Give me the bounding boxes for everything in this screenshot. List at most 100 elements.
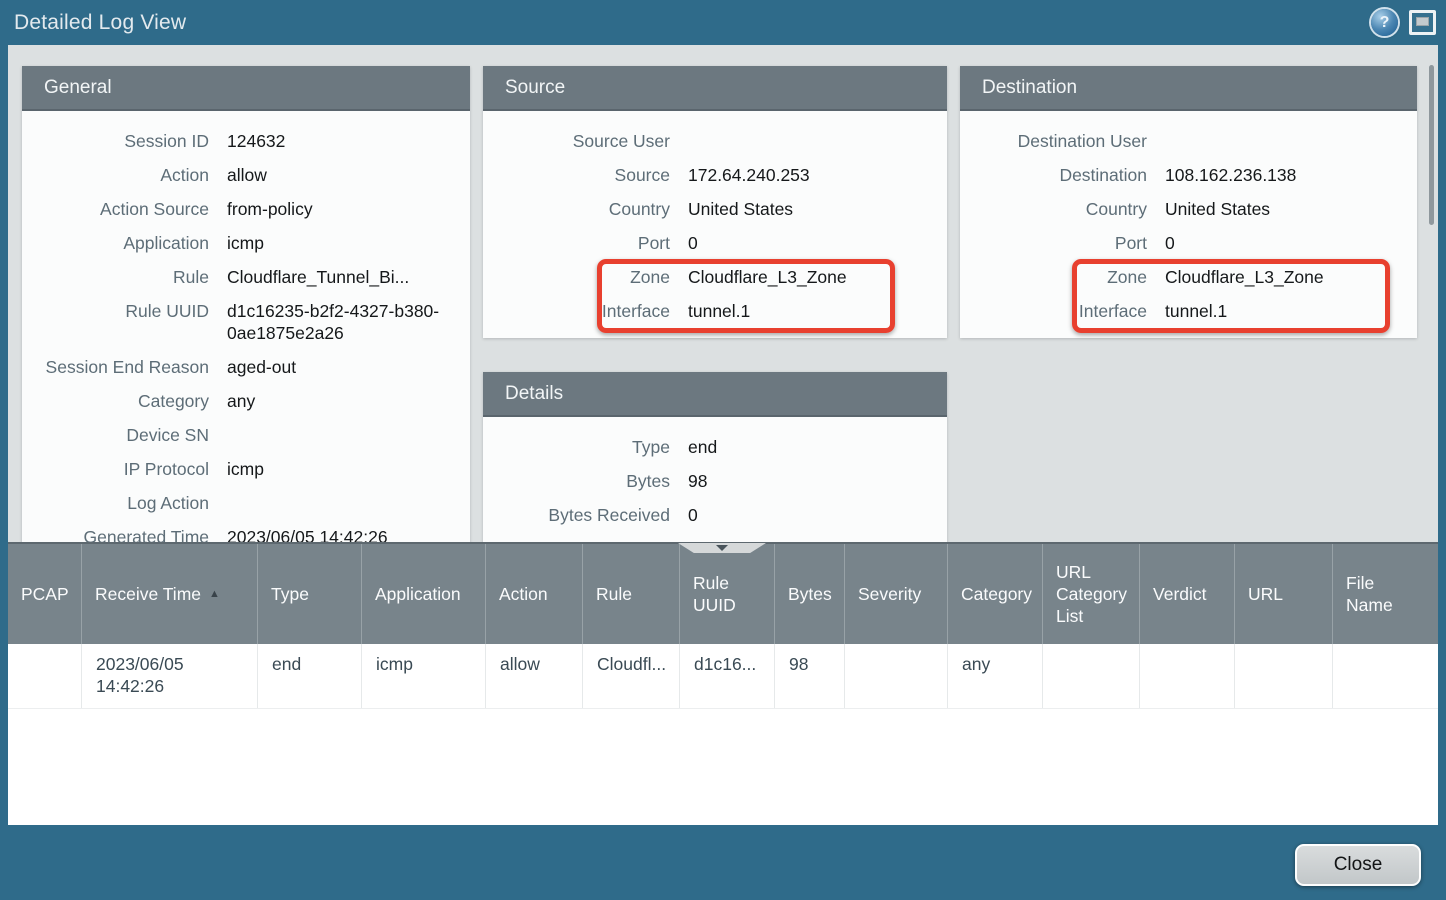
- field-value: 0: [688, 232, 939, 254]
- field-label: Application: [22, 232, 227, 254]
- column-header-url-category-list[interactable]: URL Category List: [1043, 544, 1140, 644]
- column-header-url[interactable]: URL: [1235, 544, 1333, 644]
- field-label: Destination User: [960, 130, 1165, 152]
- cell-receive-time: 2023/06/05 14:42:26: [82, 644, 258, 708]
- column-header-pcap[interactable]: PCAP: [8, 544, 82, 644]
- column-header-verdict[interactable]: Verdict: [1140, 544, 1235, 644]
- cell-rule: Cloudfl...: [583, 644, 680, 708]
- field-row-rule-uuid: Rule UUID d1c16235-b2f2-4327-b380-0ae187…: [22, 294, 462, 350]
- source-panel-body: Source User Source 172.64.240.253 Countr…: [483, 111, 947, 338]
- field-value: Cloudflare_L3_Zone: [688, 266, 939, 288]
- column-header-action[interactable]: Action: [486, 544, 583, 644]
- column-header-bytes[interactable]: Bytes: [775, 544, 845, 644]
- field-value: 2023/06/05 14:42:26: [227, 526, 462, 542]
- field-label: Type: [483, 436, 688, 458]
- field-row-country: Country United States: [483, 192, 939, 226]
- maximize-icon[interactable]: [1409, 10, 1436, 35]
- cell-file-name: [1333, 644, 1438, 708]
- field-label: Interface: [483, 300, 688, 322]
- column-header-application[interactable]: Application: [362, 544, 486, 644]
- field-row-source: Source 172.64.240.253: [483, 158, 939, 192]
- column-header-rule-uuid[interactable]: Rule UUID: [680, 544, 775, 644]
- titlebar-icons: ?: [1371, 9, 1436, 36]
- field-label: Action Source: [22, 198, 227, 220]
- cell-url: [1235, 644, 1333, 708]
- field-label: Source User: [483, 130, 688, 152]
- field-row-destination-user: Destination User: [960, 124, 1409, 158]
- cell-rule-uuid: d1c16...: [680, 644, 775, 708]
- details-panel-header: Details: [483, 372, 947, 417]
- field-value: icmp: [227, 232, 462, 254]
- field-row-action: Action allow: [22, 158, 462, 192]
- field-label: IP Protocol: [22, 458, 227, 480]
- column-header-rule[interactable]: Rule: [583, 544, 680, 644]
- destination-panel-body: Destination User Destination 108.162.236…: [960, 111, 1417, 338]
- field-row-source-user: Source User: [483, 124, 939, 158]
- log-table-section: PCAP Receive Time▲ Type Application Acti…: [8, 542, 1438, 825]
- field-value: any: [227, 390, 462, 412]
- field-row-interface: Interface tunnel.1: [483, 294, 939, 328]
- field-row-zone: Zone Cloudflare_L3_Zone: [483, 260, 939, 294]
- field-label: Port: [483, 232, 688, 254]
- field-value: icmp: [227, 458, 462, 480]
- details-panel-body: Type end Bytes 98 Bytes Received 0: [483, 417, 947, 542]
- general-panel-body: Session ID 124632 Action allow Action So…: [22, 111, 470, 542]
- details-panel: Details Type end Bytes 98 Bytes Received…: [483, 372, 947, 542]
- column-header-category[interactable]: Category: [948, 544, 1043, 644]
- field-value: 108.162.236.138: [1165, 164, 1409, 186]
- field-label: Port: [960, 232, 1165, 254]
- cell-type: end: [258, 644, 362, 708]
- log-detail-panels-area: General Session ID 124632 Action allow A…: [8, 45, 1438, 542]
- field-label: Bytes Received: [483, 504, 688, 526]
- column-header-file-name[interactable]: File Name: [1333, 544, 1438, 644]
- field-value: United States: [688, 198, 939, 220]
- cell-application: icmp: [362, 644, 486, 708]
- field-label: Destination: [960, 164, 1165, 186]
- field-row-zone: Zone Cloudflare_L3_Zone: [960, 260, 1409, 294]
- field-value: United States: [1165, 198, 1409, 220]
- detailed-log-view-dialog: Detailed Log View ? General Session ID 1…: [0, 0, 1446, 900]
- column-header-severity[interactable]: Severity: [845, 544, 948, 644]
- page-title: Detailed Log View: [14, 11, 186, 35]
- field-value: 98: [688, 470, 939, 492]
- log-table-header: PCAP Receive Time▲ Type Application Acti…: [8, 544, 1438, 644]
- sort-ascending-icon: ▲: [209, 583, 220, 605]
- cell-severity: [845, 644, 948, 708]
- field-label: Interface: [960, 300, 1165, 322]
- field-row-log-action: Log Action: [22, 486, 462, 520]
- close-button[interactable]: Close: [1295, 844, 1421, 886]
- field-label: Category: [22, 390, 227, 412]
- field-row-port: Port 0: [960, 226, 1409, 260]
- field-row-session-end-reason: Session End Reason aged-out: [22, 350, 462, 384]
- field-label: Session End Reason: [22, 356, 227, 378]
- dialog-footer: Close: [0, 825, 1446, 900]
- log-table-row[interactable]: 2023/06/05 14:42:26 end icmp allow Cloud…: [8, 644, 1438, 709]
- field-label: Generated Time: [22, 526, 227, 542]
- field-row-country: Country United States: [960, 192, 1409, 226]
- field-label: Action: [22, 164, 227, 186]
- destination-panel: Destination Destination User Destination…: [960, 66, 1417, 338]
- general-panel: General Session ID 124632 Action allow A…: [22, 66, 470, 542]
- field-label: Source: [483, 164, 688, 186]
- help-icon[interactable]: ?: [1371, 9, 1398, 36]
- cell-url-category-list: [1043, 644, 1140, 708]
- field-row-ip-protocol: IP Protocol icmp: [22, 452, 462, 486]
- column-header-receive-time[interactable]: Receive Time▲: [82, 544, 258, 644]
- field-value: d1c16235-b2f2-4327-b380-0ae1875e2a26: [227, 300, 462, 344]
- field-row-category: Category any: [22, 384, 462, 418]
- field-value: 124632: [227, 130, 462, 152]
- destination-panel-header: Destination: [960, 66, 1417, 111]
- column-header-type[interactable]: Type: [258, 544, 362, 644]
- field-value: Cloudflare_L3_Zone: [1165, 266, 1409, 288]
- field-row-application: Application icmp: [22, 226, 462, 260]
- vertical-scrollbar-thumb[interactable]: [1429, 65, 1434, 225]
- field-value: 172.64.240.253: [688, 164, 939, 186]
- field-label: Log Action: [22, 492, 227, 514]
- field-row-action-source: Action Source from-policy: [22, 192, 462, 226]
- field-row-session-id: Session ID 124632: [22, 124, 462, 158]
- field-label: Bytes: [483, 470, 688, 492]
- field-label: Rule UUID: [22, 300, 227, 322]
- field-row-type: Type end: [483, 430, 939, 464]
- field-value: from-policy: [227, 198, 462, 220]
- titlebar: Detailed Log View ?: [0, 0, 1446, 45]
